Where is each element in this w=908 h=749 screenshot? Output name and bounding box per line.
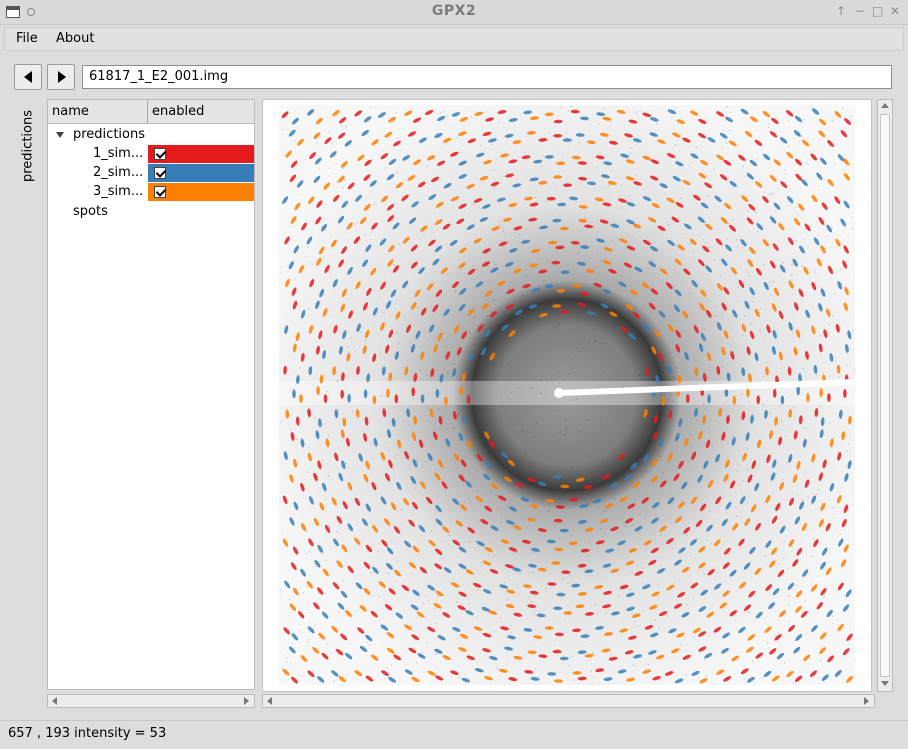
cursor-intensity-readout: 657 , 193 intensity = 53 (8, 726, 167, 741)
shade-icon[interactable]: ↑ (836, 4, 846, 18)
minimize-icon[interactable]: − (855, 4, 865, 18)
predictions-tab[interactable]: predictions (14, 100, 42, 192)
predictions-tree: name enabled predictions 1_sim... 2_sim.… (47, 99, 255, 690)
diffraction-image[interactable] (263, 100, 871, 691)
tree-item-spots[interactable]: spots (48, 203, 254, 222)
scroll-left-icon[interactable] (52, 697, 57, 705)
tree-item-predictions[interactable]: predictions (48, 126, 254, 145)
color-swatch-blue[interactable] (148, 164, 254, 182)
tree-horizontal-scrollbar[interactable] (47, 694, 255, 708)
enabled-checkbox[interactable] (154, 148, 166, 160)
tree-item-label: 3_sim... (93, 184, 144, 199)
arrow-right-icon (58, 71, 66, 83)
scroll-down-icon[interactable] (881, 681, 889, 686)
scroll-left-icon[interactable] (267, 697, 272, 705)
tree-item-label: predictions (73, 127, 145, 142)
scroll-up-icon[interactable] (881, 103, 889, 108)
close-icon[interactable]: ✕ (890, 4, 900, 18)
scroll-right-icon[interactable] (864, 697, 869, 705)
tree-item-sim-3[interactable]: 3_sim... (48, 183, 254, 202)
column-header-enabled[interactable]: enabled (148, 100, 254, 124)
expand-arrow-icon[interactable] (56, 132, 64, 138)
diffraction-image-viewer[interactable] (262, 99, 872, 692)
enabled-checkbox[interactable] (154, 186, 166, 198)
next-image-button[interactable] (47, 64, 75, 90)
menu-bar: File About (4, 27, 904, 51)
window-title: GPX2 (431, 3, 477, 19)
tree-item-label: spots (73, 204, 108, 219)
tree-item-sim-1[interactable]: 1_sim... (48, 145, 254, 164)
tree-item-label: 1_sim... (93, 146, 144, 161)
arrow-left-icon (24, 71, 32, 83)
tree-item-label: 2_sim... (93, 165, 144, 180)
title-bar[interactable]: GPX2 ↑ − □ ✕ (0, 0, 908, 25)
viewer-vertical-scrollbar[interactable] (877, 99, 893, 692)
viewer-horizontal-scrollbar[interactable] (262, 694, 875, 708)
column-header-name[interactable]: name (48, 100, 148, 124)
menu-file[interactable]: File (16, 31, 38, 46)
status-bar: 657 , 193 intensity = 53 (0, 720, 908, 749)
filename-field[interactable]: 61817_1_E2_001.img (82, 65, 892, 89)
predictions-tab-label: predictions (20, 110, 36, 182)
scroll-thumb[interactable] (880, 114, 890, 677)
maximize-icon[interactable]: □ (872, 4, 883, 18)
scroll-right-icon[interactable] (244, 697, 249, 705)
color-swatch-red[interactable] (148, 145, 254, 163)
enabled-checkbox[interactable] (154, 167, 166, 179)
menu-about[interactable]: About (56, 31, 94, 46)
color-swatch-orange[interactable] (148, 183, 254, 201)
previous-image-button[interactable] (14, 64, 42, 90)
tree-item-sim-2[interactable]: 2_sim... (48, 164, 254, 183)
